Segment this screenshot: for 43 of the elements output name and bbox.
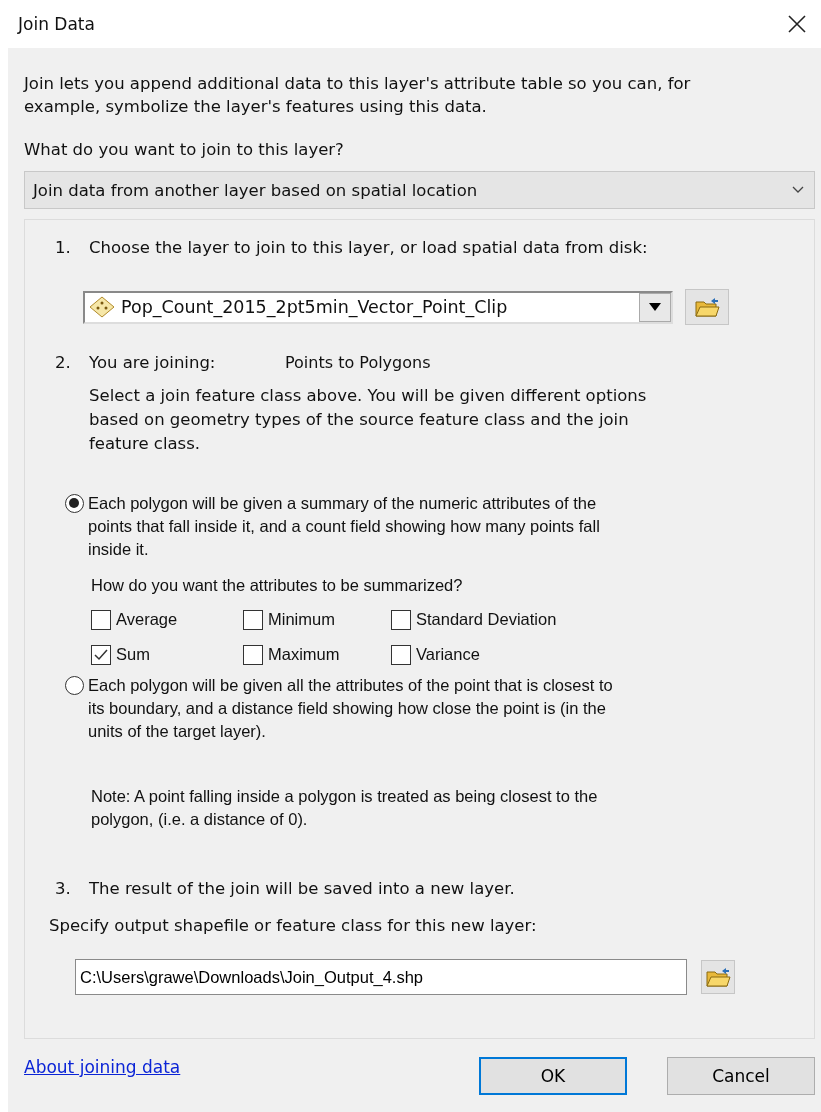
dialog-button[interactable]: Cancel: [667, 1057, 815, 1095]
step-number: 3.: [55, 879, 72, 898]
question-label: What do you want to join to this layer?: [24, 140, 345, 159]
layer-dropdown[interactable]: Pop_Count_2015_2pt5min_Vector_Point_Clip: [83, 290, 673, 324]
step-label: Choose the layer to join to this layer, or load spatial data from disk:: [89, 238, 648, 257]
statistic-checkbox[interactable]: Variance: [391, 643, 611, 666]
statistic-checkbox[interactable]: Standard Deviation: [391, 608, 611, 631]
help-link[interactable]: About joining data: [24, 1057, 181, 1077]
checkbox[interactable]: [91, 609, 111, 630]
step-label: The result of the join will be saved into a new layer.: [89, 879, 515, 898]
close-icon: [788, 15, 806, 33]
note-text: Note: A point falling inside a polygon is treated as being closest to the polygon, (i.e. a distance of 0).: [91, 786, 599, 830]
checkbox[interactable]: [243, 609, 263, 630]
chevron-down-icon: [792, 186, 804, 194]
dialog-button[interactable]: OK: [479, 1057, 627, 1095]
checkbox[interactable]: [91, 644, 111, 665]
step-number: 2.: [55, 353, 72, 372]
checkbox[interactable]: [391, 609, 411, 630]
description-text: Select a join feature class above. You will be given different options based on geometry types of the source feature class and the join feature class.: [89, 385, 648, 455]
summary-question: How do you want the attributes to be summarized?: [91, 575, 464, 596]
browse-button[interactable]: [701, 960, 735, 994]
join-type-dropdown[interactable]: Join data from another layer based on spatial location: [24, 171, 815, 209]
checkbox[interactable]: [391, 644, 411, 665]
radio-button[interactable]: [65, 676, 84, 695]
join-kind-text: Points to Polygons: [285, 353, 431, 372]
point-layer-icon: [89, 296, 115, 318]
intro-text: Join lets you append additional data to this layer's attribute table so you can, for example, symbolize the layer's features using this data.: [24, 73, 692, 118]
radio-option[interactable]: Each polygon will be given all the attributes of the point that is closest to its boundary, and a distance field showing how close the point is (in the units of the target layer).: [65, 674, 814, 743]
browse-button[interactable]: [685, 289, 729, 325]
radio-button[interactable]: [65, 494, 84, 513]
statistic-checkbox[interactable]: Sum: [91, 643, 243, 666]
window-title: Join Data: [18, 14, 95, 34]
output-path-field[interactable]: C:\Users\grawe\Downloads\Join_Output_4.shp: [75, 959, 687, 995]
radio-option[interactable]: Each polygon will be given a summary of the numeric attributes of the points that fall inside it, and a count field showing how many points fall inside it.: [65, 492, 814, 561]
statistic-checkbox[interactable]: Maximum: [243, 643, 391, 666]
folder-icon: [705, 966, 731, 988]
step-number: 1.: [55, 238, 72, 257]
statistic-checkbox[interactable]: Average: [91, 608, 243, 631]
checkbox[interactable]: [243, 644, 263, 665]
statistic-checkbox[interactable]: Minimum: [243, 608, 391, 631]
output-label: Specify output shapefile or feature class for this new layer:: [49, 916, 538, 935]
folder-icon: [694, 296, 720, 318]
step-label: You are joining:: [89, 353, 217, 372]
